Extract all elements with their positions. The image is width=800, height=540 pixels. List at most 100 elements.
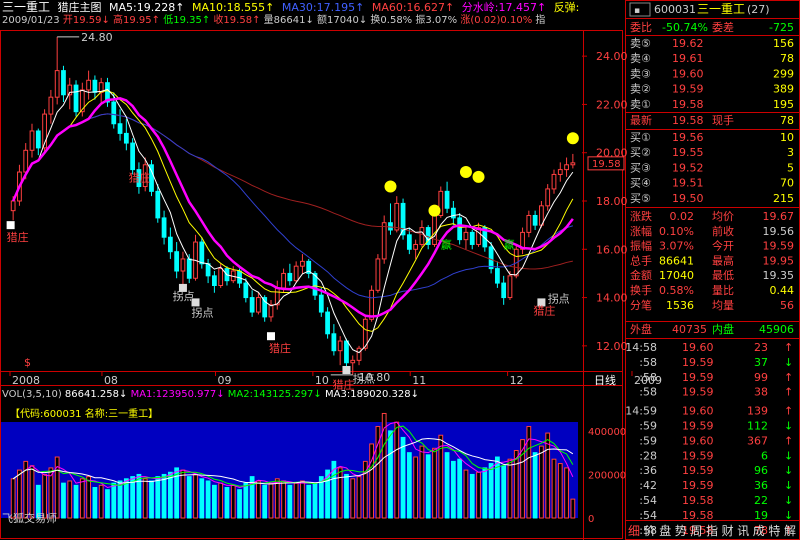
volume-bar [186, 476, 192, 519]
ma5-value: MA5:19.228↑ [109, 1, 185, 14]
candle [86, 79, 91, 91]
candle [325, 311, 330, 335]
candle [469, 231, 475, 245]
candle [268, 304, 274, 318]
panel-tab-9[interactable]: 特 [768, 523, 780, 538]
volume-bar [105, 489, 110, 519]
buy-level-label: 买④ [630, 177, 651, 190]
tick-time: :58 [639, 356, 657, 369]
volume-bar [545, 432, 551, 519]
price-chart[interactable]: 24.0022.0020.0018.0016.0014.0012.0024.80… [0, 0, 800, 540]
volume-bar [419, 445, 425, 519]
volume-bar [476, 471, 481, 519]
tick-volume: 37 [754, 356, 768, 369]
stat-value: 17040 [659, 269, 694, 282]
stat-value: 0.10% [659, 225, 694, 238]
ma30-line [12, 113, 574, 299]
panel-tab-2[interactable]: 盘 [659, 523, 671, 538]
buy-volume: 3 [787, 146, 794, 159]
panel-tab-0[interactable]: 细 [628, 524, 640, 538]
stat-value: 19.59 [763, 240, 795, 253]
volume-bar [167, 471, 173, 519]
buy-price: 19.56 [672, 131, 704, 144]
panel-menu-icon: ▪ [634, 6, 640, 16]
outer-value: 40735 [672, 323, 707, 336]
stat-label: 金额 [630, 268, 652, 282]
volume-bar [312, 482, 318, 519]
price-tick-label: 22.00 [596, 98, 628, 111]
tick-volume: 139 [747, 405, 768, 418]
candle [199, 241, 205, 265]
up-arrow-icon: ↑ [784, 434, 793, 447]
candle [167, 236, 173, 253]
candle [413, 243, 419, 250]
info-amplitude: 振3.07% [415, 15, 458, 26]
panel-tab-4[interactable]: 周 [690, 524, 702, 538]
smiley-icon [472, 170, 485, 183]
tick-volume: 99 [754, 371, 768, 384]
stat-value: 0.58% [659, 284, 694, 297]
wc-value: -725 [769, 21, 794, 34]
tick-time: :58 [639, 371, 657, 384]
panel-tab-1[interactable]: 价 [644, 524, 656, 538]
volume-bar [230, 484, 236, 519]
vol-ma3: MA3:189020.328↓ [325, 389, 420, 400]
stock-name-tab[interactable]: 三一重工 [2, 0, 50, 14]
buy-level-label: 买① [630, 131, 651, 144]
volume-bar [142, 478, 148, 519]
latest-label: 最新 [630, 113, 652, 127]
sell-price: 19.60 [672, 67, 704, 80]
candle [205, 263, 211, 277]
stat-value: 19.95 [763, 254, 795, 267]
stat-value: 19.56 [763, 225, 795, 238]
info-volume: 量86641↓ [263, 15, 314, 26]
smiley-icon [566, 132, 579, 145]
annotation-gd1: 拐点 [173, 289, 195, 303]
buy-level-label: 买③ [630, 161, 651, 174]
date-label: 08 [104, 374, 118, 387]
candle [54, 70, 60, 98]
sell-price: 19.61 [672, 52, 704, 65]
panel-tab-8[interactable]: 成 [753, 524, 765, 538]
volume-bar [507, 458, 513, 519]
annotation-y1: 赢 [441, 237, 452, 251]
tick-time: :54 [639, 494, 657, 507]
panel-tab-5[interactable]: 指 [706, 523, 718, 538]
candle [337, 340, 343, 352]
panel-tab-10[interactable]: 解 [784, 524, 796, 538]
marker-square [342, 366, 351, 374]
tick-volume: 96 [754, 464, 768, 477]
smiley-icon [459, 166, 472, 179]
vol-value: 86641.258↓ [64, 389, 128, 400]
sell-volume: 156 [773, 37, 794, 50]
candle [281, 272, 286, 289]
volume-bar [394, 421, 400, 519]
candle [495, 268, 500, 284]
candle [130, 142, 136, 171]
period-label[interactable]: 日线 [594, 373, 616, 387]
volume-bar [369, 443, 374, 519]
candle [570, 162, 576, 166]
stat-label: 今开 [712, 239, 734, 253]
candle [10, 200, 16, 212]
tick-time: :42 [639, 479, 657, 492]
info-low: 低19.35↑ [163, 15, 211, 26]
volume-bar [300, 480, 305, 519]
panel-tab-3[interactable]: 势 [675, 524, 687, 538]
candle [161, 217, 167, 238]
volume-bar [287, 484, 293, 519]
tick-price: 19.60 [682, 405, 714, 418]
price-tick-label: 24.00 [596, 50, 628, 63]
volume-tick-label: 0 [588, 514, 594, 525]
panel-tab-6[interactable]: 财 [722, 524, 734, 538]
volume-bar [92, 487, 98, 519]
sell-price: 19.62 [672, 37, 704, 50]
candle [262, 297, 268, 318]
panel-tab-7[interactable]: 讯 [737, 524, 749, 538]
up-arrow-icon: ↑ [784, 341, 793, 354]
volume-bar [98, 484, 104, 519]
volume-bar [67, 480, 73, 519]
tick-time: :58 [639, 386, 657, 399]
candle [557, 169, 563, 175]
volume-bar [117, 480, 123, 519]
